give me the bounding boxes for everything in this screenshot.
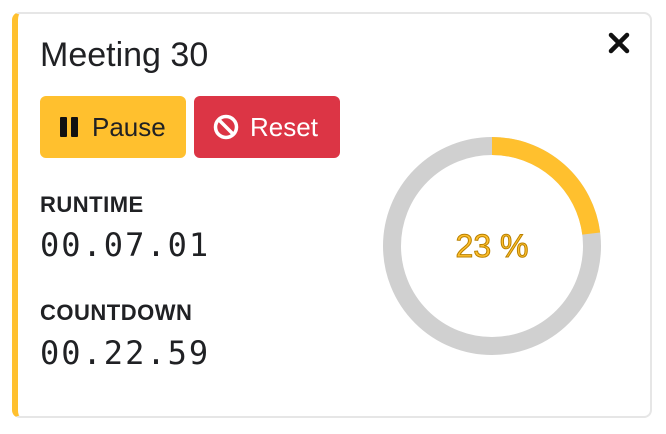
ban-icon	[213, 114, 239, 140]
runtime-label: RUNTIME	[40, 192, 144, 217]
close-button[interactable]	[604, 28, 634, 58]
progress-ring: 23 %	[382, 136, 602, 356]
pause-button-label: Pause	[92, 112, 166, 142]
reset-button[interactable]: Reset	[194, 96, 340, 158]
timer-controls: Pause Reset	[40, 96, 340, 158]
countdown-label: COUNTDOWN	[40, 300, 193, 325]
countdown-value: 00.22.59	[40, 334, 211, 372]
timer-title: Meeting 30	[40, 36, 209, 74]
pause-button[interactable]: Pause	[40, 96, 186, 158]
close-icon	[608, 32, 630, 54]
timer-card: Meeting 30 Pause Reset RUNTIME 00.07.01 …	[12, 12, 652, 418]
reset-button-label: Reset	[250, 112, 318, 142]
runtime-value: 00.07.01	[40, 226, 211, 264]
pause-icon	[60, 117, 78, 137]
progress-percent: 23 %	[455, 227, 529, 264]
